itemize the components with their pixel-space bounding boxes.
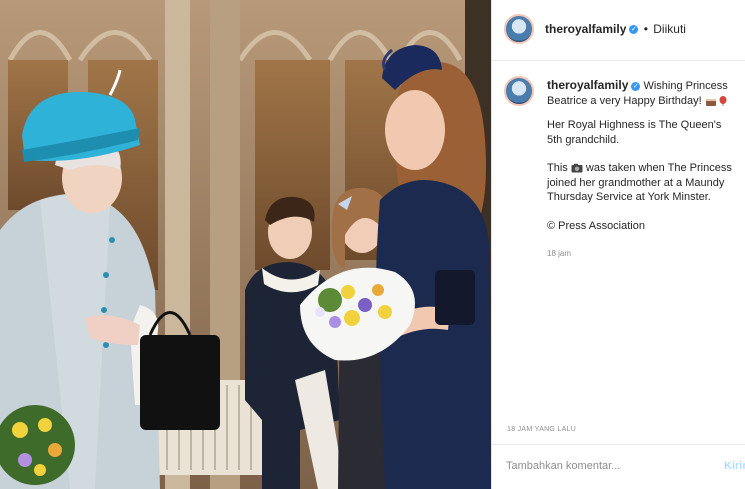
comment-input[interactable]: Tambahkan komentar...	[506, 460, 620, 472]
verified-badge-icon: ✓	[631, 81, 641, 91]
header-user: theroyalfamily ✓ • Diikuti	[545, 22, 686, 36]
caption-text-3a: This	[547, 162, 568, 174]
caption-line-2: Her Royal Highness is The Queen's 5th gr…	[547, 119, 722, 146]
follow-separator: •	[643, 22, 648, 36]
caption-username[interactable]: theroyalfamily	[547, 78, 628, 92]
caption: theroyalfamily ✓ Wishing Princess Beatric…	[547, 78, 737, 262]
post-comment-button[interactable]: Kirim	[724, 460, 745, 472]
royal-photo-illustration	[0, 0, 491, 489]
post-photo[interactable]	[0, 0, 491, 489]
avatar[interactable]	[504, 14, 534, 44]
post-side-panel: theroyalfamily ✓ • Diikuti theroyalfamily…	[491, 0, 745, 489]
beatrice-figure	[376, 45, 491, 489]
camera-emoji-icon	[571, 163, 583, 173]
follow-status[interactable]: Diikuti	[653, 22, 686, 36]
caption-line-4: © Press Association	[547, 219, 645, 232]
cake-emoji-icon	[705, 98, 716, 106]
header-username[interactable]: theroyalfamily	[545, 22, 626, 36]
instagram-post: theroyalfamily ✓ • Diikuti theroyalfamily…	[0, 0, 745, 489]
caption-line-3: This was taken when The Princess joined …	[547, 161, 737, 205]
caption-time: 18 jam	[547, 249, 572, 258]
avatar[interactable]	[504, 76, 534, 106]
caption-line-1: theroyalfamily ✓ Wishing Princess Beatric…	[547, 78, 737, 108]
balloon-emoji-icon	[719, 95, 727, 106]
verified-badge-icon: ✓	[629, 25, 639, 35]
comment-box[interactable]: Tambahkan komentar... Kirim	[492, 445, 745, 489]
post-timestamp: 18 JAM YANG LALU	[507, 426, 577, 433]
post-header: theroyalfamily ✓ • Diikuti	[492, 0, 745, 61]
